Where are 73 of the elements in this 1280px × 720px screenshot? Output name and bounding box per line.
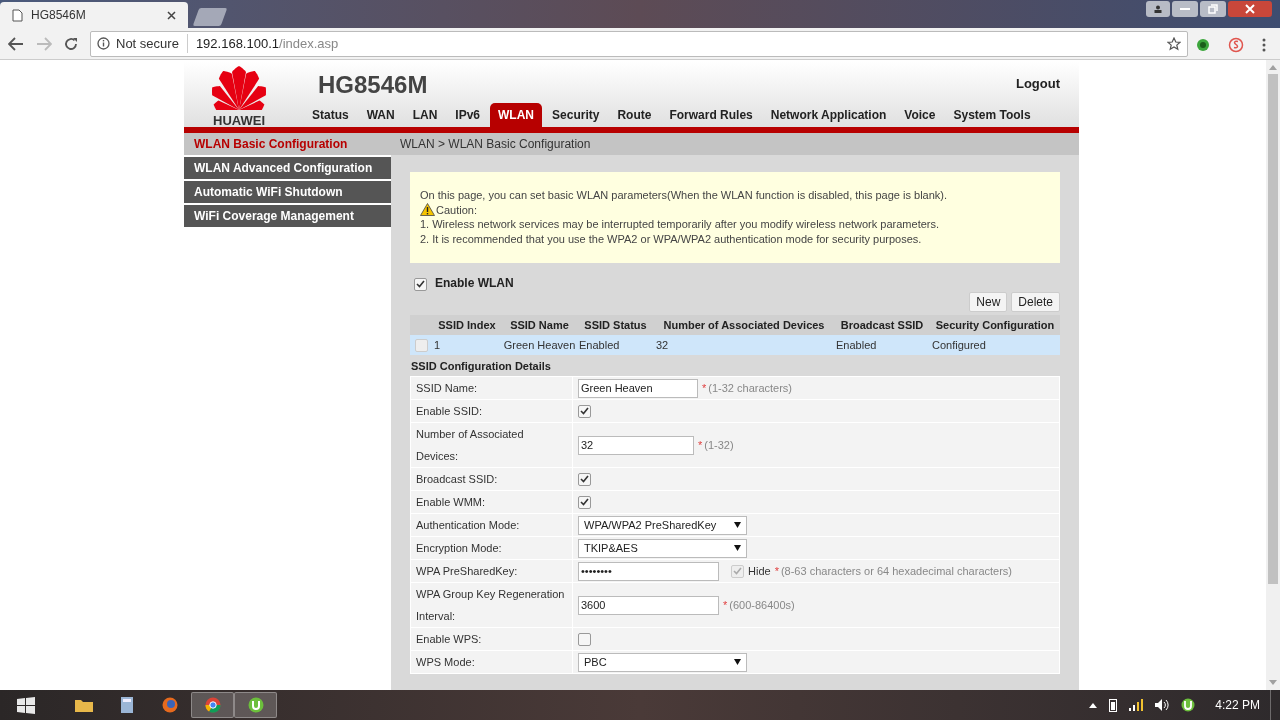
input-field[interactable]: Green Heaven — [578, 378, 698, 398]
hint-text: (8-63 characters or 64 hexadecimal characters) — [780, 563, 1012, 579]
required-mark: * — [698, 437, 703, 453]
checkbox-label: Enable WLAN — [435, 275, 514, 292]
field-label: SSID Name: — [411, 377, 573, 399]
breadcrumb: WLAN > WLAN Basic Configuration — [391, 133, 1079, 155]
column-header: Security Configuration — [934, 317, 1056, 333]
nav-tab[interactable]: Network Application — [762, 103, 895, 128]
action-button[interactable]: Delete — [1011, 292, 1060, 312]
column-header: SSID Name — [509, 317, 570, 333]
checkbox-label: Hide — [748, 563, 771, 579]
dropdown[interactable]: PBC — [578, 652, 747, 672]
model-name: HG8546M — [318, 70, 428, 100]
table-cell-text: 1 — [433, 337, 442, 353]
field-label: Enable WMM: — [411, 491, 573, 513]
dropdown[interactable]: WPA/WPA2 PreSharedKey — [578, 515, 747, 535]
field-label: Encryption Mode: — [411, 537, 573, 559]
browser-tab[interactable]: HG8546M — [0, 2, 188, 28]
input-field[interactable]: 32 — [578, 435, 694, 455]
logout-link[interactable]: Logout — [1015, 74, 1060, 94]
notice-text: 2. It is recommended that you use the WPA2 or WPA/WPA2 authentication mode for security purposes. — [420, 231, 923, 246]
security-label: Not secure — [116, 33, 188, 54]
action-button[interactable]: New — [969, 292, 1008, 312]
hint-text: (1-32 characters) — [708, 380, 793, 396]
field-label: Enable WPS: — [411, 628, 573, 650]
required-mark: * — [702, 380, 707, 396]
table-cell-text: Green Heaven — [502, 337, 577, 353]
caution-label: Caution: — [436, 202, 477, 217]
notice-text: On this page, you can set basic WLAN parameters(When the WLAN function is disabled, this page is blank). — [420, 188, 949, 203]
column-header: Broadcast SSID — [839, 317, 925, 333]
hint-text: (1-32) — [704, 437, 734, 453]
column-header: SSID Status — [583, 317, 648, 333]
field-label: Broadcast SSID: — [411, 468, 573, 490]
url-text: 192.168.100.1/index.asp — [195, 34, 339, 53]
required-mark: * — [774, 563, 779, 579]
hint-text: (600-86400s) — [729, 597, 795, 613]
nav-tab[interactable]: WLAN — [490, 103, 543, 128]
field-label: WPA PreSharedKey: — [411, 560, 573, 582]
column-header: SSID Index — [437, 317, 497, 333]
column-header: Number of Associated Devices — [662, 317, 826, 333]
section-title: SSID Configuration Details — [411, 359, 552, 374]
field-label: WPA Group Key Regeneration Interval: — [411, 583, 573, 627]
nav-tab[interactable]: IPv6 — [447, 103, 489, 128]
sidebar-item[interactable]: WLAN Advanced Configuration — [184, 157, 391, 179]
field-label: WPS Mode: — [411, 651, 573, 673]
brand-name: HUAWEI — [213, 114, 265, 127]
dropdown[interactable]: TKIP&AES — [578, 538, 747, 558]
table-cell-text: Enabled — [835, 337, 878, 353]
tab-title: HG8546M — [31, 7, 87, 24]
table-cell-text: Enabled — [578, 337, 621, 353]
nav-tab[interactable]: LAN — [404, 103, 446, 128]
required-mark: * — [723, 597, 728, 613]
table-cell-text: Configured — [931, 337, 987, 353]
field-label: Enable SSID: — [411, 400, 573, 422]
nav-tab[interactable]: Voice — [896, 103, 944, 128]
nav-tab[interactable]: Forward Rules — [661, 103, 761, 128]
nav-tab[interactable]: Status — [304, 103, 357, 128]
input-field[interactable]: 3600 — [578, 595, 719, 615]
password-field[interactable]: •••••••• — [578, 561, 719, 581]
nav-tab[interactable]: WAN — [358, 103, 403, 128]
sidebar-item[interactable]: Automatic WiFi Shutdown — [184, 181, 391, 203]
field-label: Number of Associated Devices: — [411, 423, 573, 467]
clock: 4:22 PM — [1215, 697, 1260, 714]
nav-tab[interactable]: Route — [609, 103, 660, 128]
table-row[interactable]: 1 Green Heaven Enabled 32 Enabled Configured — [410, 335, 1060, 355]
nav-tab[interactable]: System Tools — [945, 103, 1039, 128]
sidebar-item[interactable]: WiFi Coverage Management — [184, 205, 391, 227]
nav-tab[interactable]: Security — [544, 103, 608, 128]
notice-text: 1. Wireless network services may be interrupted temporarily after you modify wireless network parameters. — [420, 217, 941, 232]
sidebar-item[interactable]: WLAN Basic Configuration — [184, 133, 391, 155]
address-field[interactable]: Not secure 192.168.100.1/index.asp — [90, 30, 1188, 57]
field-label: Authentication Mode: — [411, 514, 573, 536]
table-cell-text: 32 — [655, 337, 670, 353]
